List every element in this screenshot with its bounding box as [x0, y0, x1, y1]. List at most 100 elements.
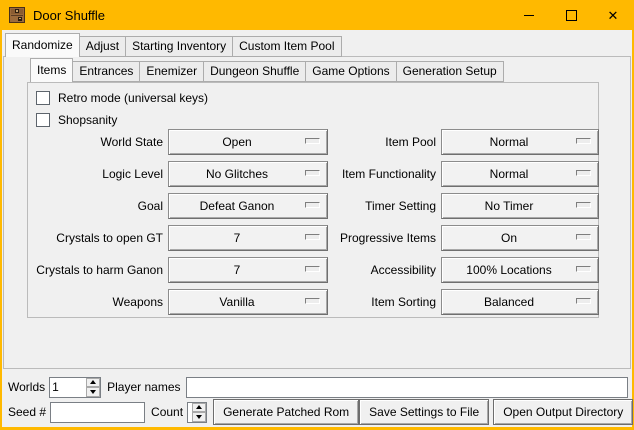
- dropdown-value: Defeat Ganon: [200, 199, 297, 213]
- dropdown-indicator-icon: [576, 202, 591, 208]
- spin-down-icon: [196, 415, 202, 419]
- dropdown-indicator-icon: [305, 298, 320, 304]
- seed-input[interactable]: [50, 402, 145, 423]
- minimize-button[interactable]: [508, 0, 550, 30]
- dropdown-indicator-icon: [305, 234, 320, 240]
- dropdown-indicator-icon: [576, 170, 591, 176]
- close-icon: ✕: [608, 9, 619, 22]
- window: Door Shuffle ✕ Randomize Adjust Starting…: [0, 0, 634, 430]
- dropdown-value: No Timer: [485, 199, 556, 213]
- seed-label: Seed #: [8, 405, 46, 419]
- player-names-label: Player names: [107, 380, 180, 394]
- sub-tab-items[interactable]: Items: [30, 58, 73, 82]
- window-controls: ✕: [508, 0, 634, 30]
- count-label: Count: [151, 405, 183, 419]
- item-functionality-dropdown[interactable]: Normal: [441, 161, 599, 187]
- dropdown-value: Normal: [490, 167, 551, 181]
- main-tab-starting-inventory[interactable]: Starting Inventory: [125, 36, 233, 57]
- worlds-label: Worlds: [8, 380, 45, 394]
- item-sorting-dropdown[interactable]: Balanced: [441, 289, 599, 315]
- dropdown-indicator-icon: [576, 234, 591, 240]
- progressive-items-dropdown[interactable]: On: [441, 225, 599, 251]
- window-content: Randomize Adjust Starting Inventory Cust…: [2, 30, 632, 427]
- shopsanity-row[interactable]: Shopsanity: [36, 110, 117, 130]
- dropdown-indicator-icon: [576, 138, 591, 144]
- player-names-input[interactable]: [186, 377, 629, 398]
- dropdown-indicator-icon: [576, 298, 591, 304]
- save-settings-button[interactable]: Save Settings to File: [359, 399, 489, 425]
- timer-setting-label: Timer Setting: [333, 193, 436, 219]
- dropdown-value: 7: [234, 231, 263, 245]
- item-functionality-label: Item Functionality: [333, 161, 436, 187]
- main-tab-bar: Randomize Adjust Starting Inventory Cust…: [5, 33, 341, 57]
- retro-mode-checkbox[interactable]: [36, 91, 50, 105]
- logic-level-dropdown[interactable]: No Glitches: [168, 161, 328, 187]
- accessibility-dropdown[interactable]: 100% Locations: [441, 257, 599, 283]
- count-spin-down-button[interactable]: [192, 412, 206, 422]
- count-spinbox: [187, 402, 207, 423]
- titlebar[interactable]: Door Shuffle ✕: [0, 0, 634, 30]
- world-state-dropdown[interactable]: Open: [168, 129, 328, 155]
- progressive-items-label: Progressive Items: [333, 225, 436, 251]
- crystals-gt-label: Crystals to open GT: [35, 225, 163, 251]
- weapons-label: Weapons: [35, 289, 163, 315]
- main-tab-randomize[interactable]: Randomize: [5, 33, 80, 57]
- world-state-label: World State: [35, 129, 163, 155]
- goal-label: Goal: [35, 193, 163, 219]
- weapons-dropdown[interactable]: Vanilla: [168, 289, 328, 315]
- app-icon: [9, 7, 25, 23]
- main-tab-custom-item-pool[interactable]: Custom Item Pool: [232, 36, 341, 57]
- logic-level-label: Logic Level: [35, 161, 163, 187]
- spin-up-icon: [196, 405, 202, 409]
- sub-tab-entrances[interactable]: Entrances: [72, 61, 140, 82]
- item-pool-dropdown[interactable]: Normal: [441, 129, 599, 155]
- dropdown-value: Normal: [490, 135, 551, 149]
- generate-patched-rom-button[interactable]: Generate Patched Rom: [213, 399, 359, 425]
- sub-tab-dungeon-shuffle[interactable]: Dungeon Shuffle: [203, 61, 306, 82]
- dropdown-indicator-icon: [305, 266, 320, 272]
- window-title: Door Shuffle: [33, 8, 105, 23]
- crystals-ganon-dropdown[interactable]: 7: [168, 257, 328, 283]
- accessibility-label: Accessibility: [333, 257, 436, 283]
- shopsanity-label: Shopsanity: [58, 113, 117, 127]
- worlds-spin-up-button[interactable]: [86, 378, 100, 388]
- item-pool-label: Item Pool: [333, 129, 436, 155]
- worlds-input[interactable]: [50, 378, 86, 397]
- crystals-gt-dropdown[interactable]: 7: [168, 225, 328, 251]
- dropdown-indicator-icon: [305, 202, 320, 208]
- dropdown-indicator-icon: [305, 138, 320, 144]
- dropdown-value: Open: [222, 135, 273, 149]
- minimize-icon: [524, 15, 534, 16]
- options-grid: World State Open Item Pool Normal Logic …: [35, 129, 599, 315]
- spin-up-icon: [90, 380, 96, 384]
- sub-tab-enemizer[interactable]: Enemizer: [139, 61, 204, 82]
- count-spin-up-button[interactable]: [192, 403, 206, 413]
- dropdown-indicator-icon: [576, 266, 591, 272]
- dropdown-indicator-icon: [305, 170, 320, 176]
- retro-mode-label: Retro mode (universal keys): [58, 91, 208, 105]
- main-tab-adjust[interactable]: Adjust: [79, 36, 126, 57]
- crystals-ganon-label: Crystals to harm Ganon: [35, 257, 163, 283]
- dropdown-value: Balanced: [484, 295, 556, 309]
- shopsanity-checkbox[interactable]: [36, 113, 50, 127]
- spin-down-icon: [90, 390, 96, 394]
- goal-dropdown[interactable]: Defeat Ganon: [168, 193, 328, 219]
- timer-setting-dropdown[interactable]: No Timer: [441, 193, 599, 219]
- sub-tab-generation-setup[interactable]: Generation Setup: [396, 61, 504, 82]
- worlds-spin-down-button[interactable]: [86, 387, 100, 397]
- dropdown-value: Vanilla: [219, 295, 276, 309]
- dropdown-value: 7: [234, 263, 263, 277]
- sub-tab-bar: Items Entrances Enemizer Dungeon Shuffle…: [30, 58, 503, 82]
- dropdown-value: No Glitches: [206, 167, 290, 181]
- item-sorting-label: Item Sorting: [333, 289, 436, 315]
- maximize-button[interactable]: [550, 0, 592, 30]
- worlds-spinbox: [49, 377, 101, 398]
- close-button[interactable]: ✕: [592, 0, 634, 30]
- sub-tab-game-options[interactable]: Game Options: [305, 61, 396, 82]
- dropdown-value: 100% Locations: [466, 263, 573, 277]
- worlds-row: Worlds Player names: [8, 376, 628, 398]
- open-output-directory-button[interactable]: Open Output Directory: [493, 399, 633, 425]
- maximize-icon: [566, 10, 577, 21]
- seed-row: Seed # Count Generate Patched Rom Save S…: [8, 399, 628, 425]
- retro-mode-row[interactable]: Retro mode (universal keys): [36, 88, 208, 108]
